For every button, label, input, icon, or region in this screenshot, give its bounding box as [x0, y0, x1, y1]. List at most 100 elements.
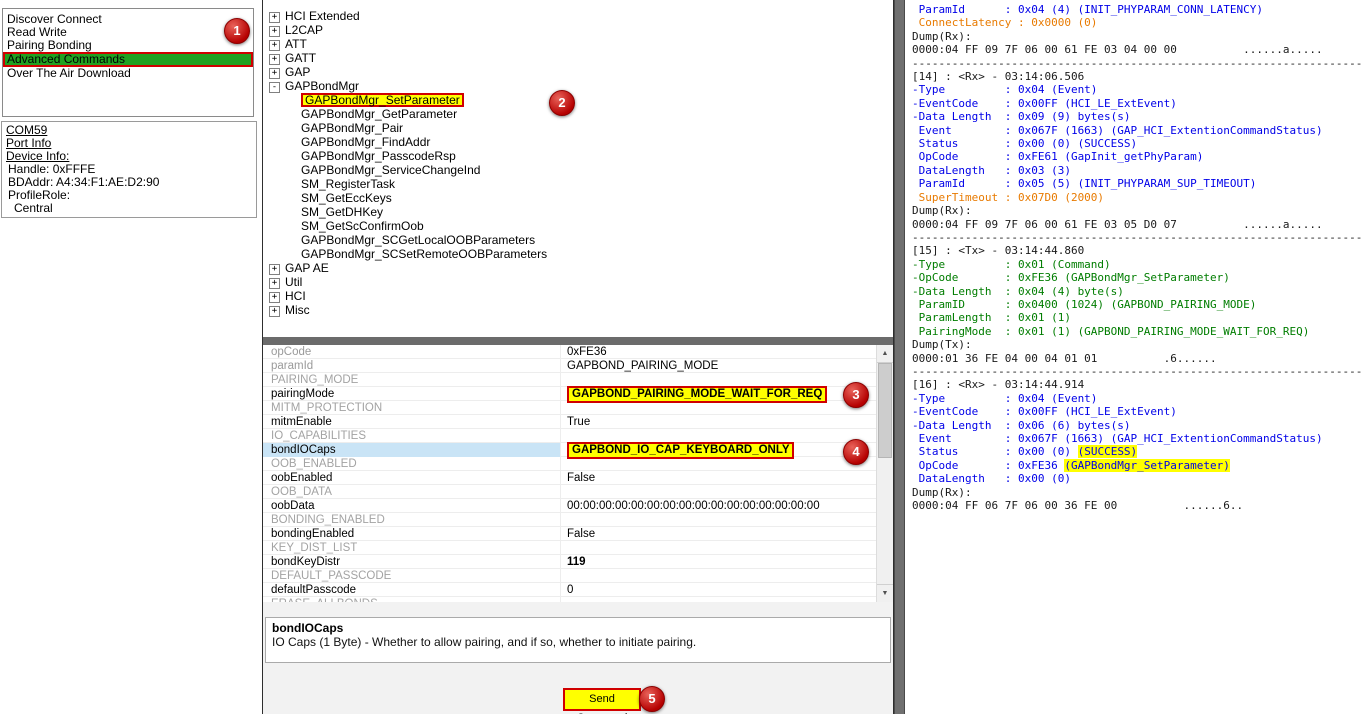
nav-item-over-the-air-download[interactable]: Over The Air Download — [3, 67, 253, 80]
expand-icon[interactable]: + — [269, 40, 280, 51]
tree-item-util[interactable]: + Util — [263, 275, 893, 289]
prop-name[interactable]: bondIOCaps — [263, 443, 561, 457]
tree-item-gap[interactable]: +GAP — [263, 65, 893, 79]
tree-item-sm-getecckeys[interactable]: SM_GetEccKeys — [263, 191, 893, 205]
tree-item-l2cap[interactable]: +L2CAP — [263, 23, 893, 37]
tree-item-label: ATT — [285, 37, 307, 51]
profile-role-value: Central — [6, 202, 256, 215]
tree-item-gapbondmgr-setparameter[interactable]: GAPBondMgr_SetParameter — [263, 93, 893, 107]
tree-item-gap-ae[interactable]: + GAP AE — [263, 261, 893, 275]
highlighted-value[interactable]: GAPBOND_IO_CAP_KEYBOARD_ONLY — [567, 442, 794, 459]
tree-item-att[interactable]: + ATT — [263, 37, 893, 51]
prop-value[interactable]: GAPBOND_PAIRING_MODE — [561, 359, 876, 374]
tree-item-label: GAPBondMgr_ServiceChangeInd — [301, 163, 480, 177]
prop-name[interactable]: OOB_ENABLED — [263, 457, 561, 471]
prop-name[interactable]: bondKeyDistr — [263, 555, 561, 569]
prop-value — [561, 485, 876, 500]
prop-value — [561, 541, 876, 556]
prop-value[interactable]: 119 — [561, 555, 876, 570]
prop-name[interactable]: opCode — [263, 345, 561, 359]
tree-item-gapbondmgr-getparameter[interactable]: GAPBondMgr_GetParameter — [263, 107, 893, 121]
prop-name[interactable]: KEY_DIST_LIST — [263, 541, 561, 555]
expand-icon[interactable]: + — [269, 278, 280, 289]
tree-item-hci[interactable]: + HCI — [263, 289, 893, 303]
prop-value — [561, 569, 876, 584]
expand-icon[interactable]: + — [269, 306, 280, 317]
tree-item-gapbondmgr-scsetremoteoobparameters[interactable]: GAPBondMgr_SCSetRemoteOOBParameters — [263, 247, 893, 261]
prop-name[interactable]: OOB_DATA — [263, 485, 561, 499]
expand-icon[interactable]: + — [269, 68, 280, 79]
log-line: -Data Length : 0x09 (9) bytes(s) — [912, 110, 1369, 123]
prop-name[interactable]: ERASE_ALLBONDS — [263, 597, 561, 602]
tree-item-label: GAP AE — [285, 261, 329, 275]
tree-item-sm-getdhkey[interactable]: SM_GetDHKey — [263, 205, 893, 219]
prop-name[interactable]: DEFAULT_PASSCODE — [263, 569, 561, 583]
prop-name[interactable]: defaultPasscode — [263, 583, 561, 597]
horizontal-splitter[interactable] — [263, 337, 893, 345]
prop-row-bonding-enabled: BONDING_ENABLED — [263, 513, 876, 527]
device-info-panel: COM59Port InfoDevice Info:Handle: 0xFFFE… — [1, 121, 257, 218]
expand-icon[interactable]: + — [269, 26, 280, 37]
prop-row-opcode: opCode0xFE36 — [263, 345, 876, 359]
tree-item-gapbondmgr-pair[interactable]: GAPBondMgr_Pair — [263, 121, 893, 135]
tree-item-gapbondmgr-findaddr[interactable]: GAPBondMgr_FindAddr — [263, 135, 893, 149]
tree-item-gapbondmgr[interactable]: -GAPBondMgr — [263, 79, 893, 93]
log-panel[interactable]: ParamId : 0x04 (4) (INIT_PHYPARAM_CONN_L… — [905, 0, 1369, 714]
command-tree[interactable]: +HCI Extended+L2CAP+ATT+GATT+GAP-GAPBond… — [263, 0, 893, 337]
tree-item-gapbondmgr-scgetlocaloobparameters[interactable]: GAPBondMgr_SCGetLocalOOBParameters — [263, 233, 893, 247]
tree-item-gapbondmgr-passcodersp[interactable]: GAPBondMgr_PasscodeRsp — [263, 149, 893, 163]
tree-item-misc[interactable]: +Misc — [263, 303, 893, 317]
tree-item-label: GATT — [285, 51, 316, 65]
expand-icon[interactable]: + — [269, 12, 280, 23]
prop-name[interactable]: bondingEnabled — [263, 527, 561, 541]
prop-value[interactable]: 0xFE36 — [561, 345, 876, 360]
expand-icon[interactable]: + — [269, 292, 280, 303]
tree-item-label: Util — [285, 275, 302, 289]
prop-name[interactable]: mitmEnable — [263, 415, 561, 429]
tree-item-label: HCI — [285, 289, 306, 303]
log-line: DataLength : 0x03 (3) — [912, 164, 1369, 177]
prop-value[interactable]: 00:00:00:00:00:00:00:00:00:00:00:00:00:0… — [561, 499, 876, 514]
tree-item-label: GAPBondMgr_PasscodeRsp — [301, 149, 456, 163]
prop-name[interactable]: PAIRING_MODE — [263, 373, 561, 387]
send-command-button[interactable]: Send Command — [563, 688, 641, 711]
tree-item-gapbondmgr-servicechangeind[interactable]: GAPBondMgr_ServiceChangeInd — [263, 163, 893, 177]
prop-value[interactable]: True — [561, 415, 876, 430]
prop-value[interactable]: 0 — [561, 583, 876, 598]
log-line: Dump(Tx): — [912, 338, 1369, 351]
tree-item-sm-registertask[interactable]: SM_RegisterTask — [263, 177, 893, 191]
tree-item-gatt[interactable]: + GATT — [263, 51, 893, 65]
prop-name[interactable]: oobData — [263, 499, 561, 513]
tree-item-sm-getscconfirmoob[interactable]: SM_GetScConfirmOob — [263, 219, 893, 233]
prop-row-oob-enabled: OOB_ENABLED — [263, 457, 876, 471]
prop-name[interactable]: BONDING_ENABLED — [263, 513, 561, 527]
scrollbar-thumb[interactable] — [878, 363, 892, 458]
expand-icon[interactable]: + — [269, 54, 280, 65]
prop-value[interactable]: False — [561, 471, 876, 486]
parameter-grid-scrollbar[interactable]: ▲ ▼ — [876, 345, 893, 602]
expand-icon[interactable]: + — [269, 264, 280, 275]
scroll-up-icon[interactable]: ▲ — [877, 345, 893, 363]
prop-row-default-passcode: DEFAULT_PASSCODE — [263, 569, 876, 583]
prop-value[interactable]: GAPBOND_PAIRING_MODE_WAIT_FOR_REQ — [561, 387, 876, 402]
vertical-splitter[interactable] — [894, 0, 905, 714]
prop-row-erase-allbonds: ERASE_ALLBONDS — [263, 597, 876, 602]
prop-name[interactable]: IO_CAPABILITIES — [263, 429, 561, 443]
btool-window: Discover ConnectRead WritePairing Bondin… — [0, 0, 1369, 714]
command-category-list[interactable]: Discover ConnectRead WritePairing Bondin… — [2, 8, 254, 117]
log-line: [14] : <Rx> - 03:14:06.506 — [912, 70, 1369, 83]
prop-name[interactable]: MITM_PROTECTION — [263, 401, 561, 415]
log-line: -Type : 0x04 (Event) — [912, 83, 1369, 96]
prop-row-mitmenable: mitmEnableTrue — [263, 415, 876, 429]
prop-name[interactable]: oobEnabled — [263, 471, 561, 485]
collapse-icon[interactable]: - — [269, 82, 280, 93]
nav-item-advanced-commands[interactable]: Advanced Commands — [3, 52, 253, 67]
prop-name[interactable]: pairingMode — [263, 387, 561, 401]
tree-item-hci-extended[interactable]: +HCI Extended — [263, 9, 893, 23]
prop-name[interactable]: paramId — [263, 359, 561, 373]
nav-item-pairing-bonding[interactable]: Pairing Bonding — [3, 39, 253, 52]
prop-value[interactable]: GAPBOND_IO_CAP_KEYBOARD_ONLY — [561, 443, 876, 458]
scroll-down-icon[interactable]: ▼ — [877, 584, 893, 602]
highlighted-value[interactable]: GAPBOND_PAIRING_MODE_WAIT_FOR_REQ — [567, 386, 827, 403]
prop-value[interactable]: False — [561, 527, 876, 542]
